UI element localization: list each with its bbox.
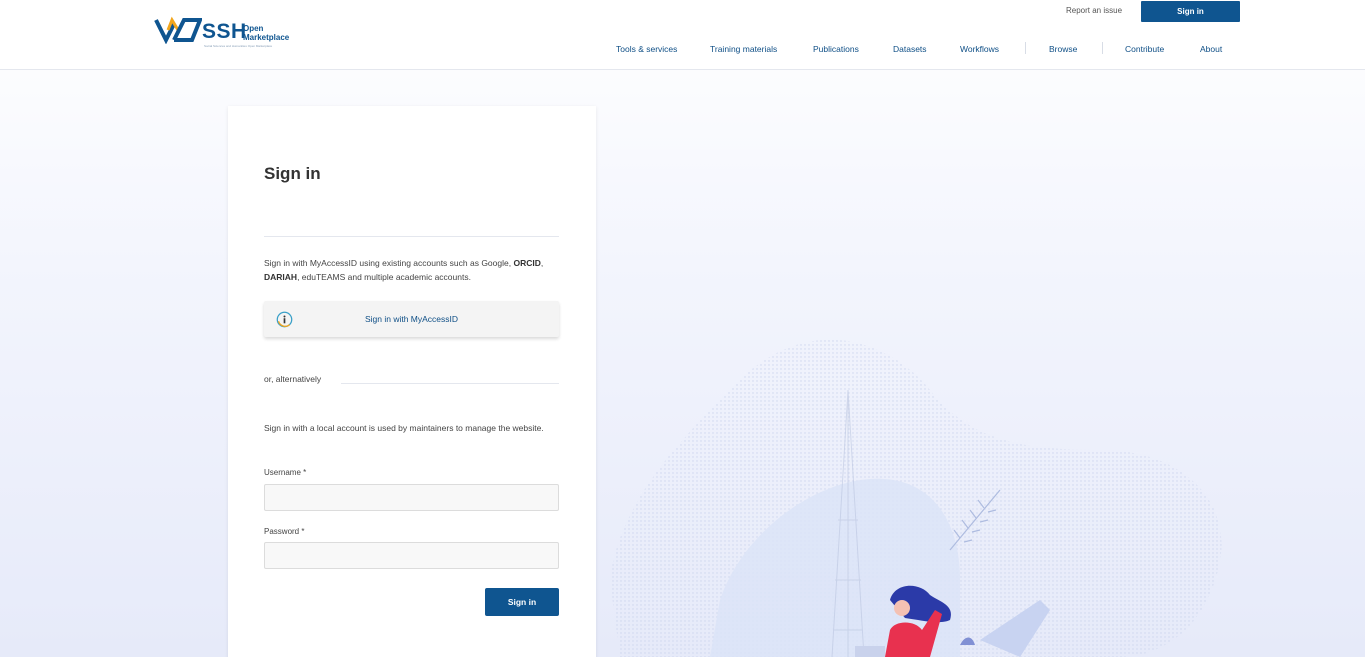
site-header: SSH Open Marketplace Social Sciences and… — [0, 0, 1365, 70]
intro-dariah: DARIAH — [264, 272, 298, 282]
logo-ssh-text: SSH — [202, 20, 247, 43]
nav-contribute[interactable]: Contribute — [1125, 44, 1164, 54]
logo-open-text: Open — [243, 24, 264, 33]
sign-in-myaccessid-button[interactable]: Sign in with MyAccessID — [264, 301, 559, 337]
local-account-description: Sign in with a local account is used by … — [264, 423, 544, 433]
background-illustration — [610, 339, 1222, 657]
username-label: Username * — [264, 468, 307, 477]
nav-browse[interactable]: Browse — [1049, 44, 1077, 54]
intro-orcid: ORCID — [513, 258, 541, 268]
header-sign-in-button[interactable]: Sign in — [1141, 1, 1240, 22]
intro-prefix: Sign in with MyAccessID using existing a… — [264, 258, 512, 268]
nav-datasets[interactable]: Datasets — [893, 44, 927, 54]
sign-in-card: Sign in Sign in with MyAccessID using ex… — [228, 106, 596, 657]
sign-in-myaccessid-label: Sign in with MyAccessID — [364, 314, 459, 324]
password-input[interactable] — [264, 542, 559, 569]
divider — [341, 383, 559, 384]
nav-separator — [1102, 42, 1103, 54]
intro-eduteams: eduTEAMS — [301, 272, 346, 282]
report-issue-link[interactable]: Report an issue — [1066, 6, 1122, 15]
sign-in-submit-button[interactable]: Sign in — [485, 588, 559, 616]
nav-separator — [1025, 42, 1026, 54]
logo-marketplace-text: Marketplace — [243, 33, 290, 42]
nav-tools-services[interactable]: Tools & services — [616, 44, 677, 54]
nav-publications[interactable]: Publications — [813, 44, 859, 54]
logo-tagline: Social Sciences and Humanities Open Mark… — [204, 44, 273, 48]
myaccessid-description: Sign in with MyAccessID using existing a… — [264, 258, 544, 282]
alternatively-text: or, alternatively — [264, 374, 322, 384]
intro-suffix: and multiple academic accounts. — [347, 272, 471, 282]
divider — [264, 236, 559, 237]
nav-workflows[interactable]: Workflows — [960, 44, 999, 54]
nav-about[interactable]: About — [1200, 44, 1222, 54]
ssh-logo[interactable]: SSH Open Marketplace Social Sciences and… — [154, 16, 304, 52]
password-label: Password * — [264, 527, 305, 536]
nav-training-materials[interactable]: Training materials — [710, 44, 777, 54]
username-input[interactable] — [264, 484, 559, 511]
page-title: Sign in — [264, 164, 321, 183]
logo-mark-icon — [154, 16, 202, 44]
